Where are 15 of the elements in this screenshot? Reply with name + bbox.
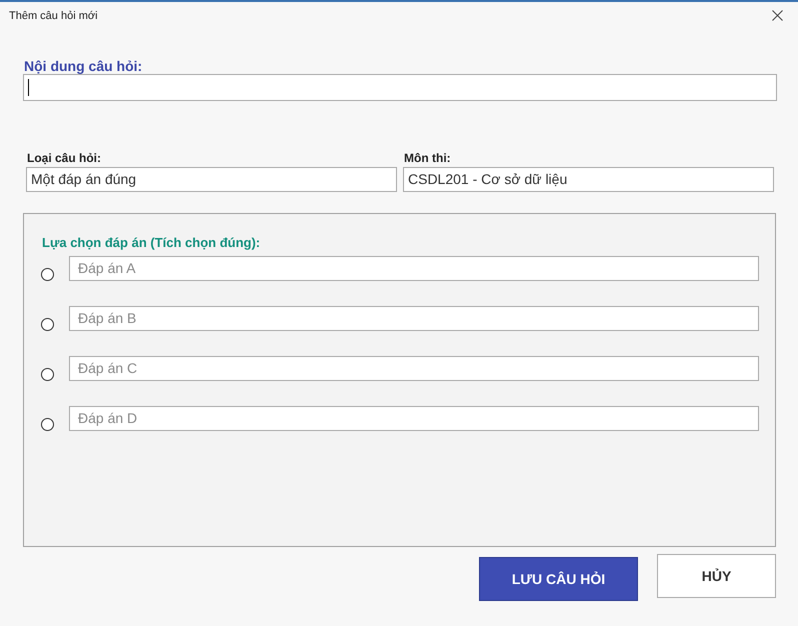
question-field[interactable]	[23, 74, 777, 101]
window-title: Thêm câu hỏi mới	[9, 9, 98, 23]
group-title: Lựa chọn đáp án (Tích chọn đúng):	[41, 234, 262, 252]
subject-label: Môn thi:	[403, 150, 452, 166]
question-type-label: Loại câu hỏi:	[26, 150, 102, 166]
radio-button[interactable]	[41, 368, 54, 381]
cancel-button[interactable]: HỦY	[657, 554, 776, 598]
radio-button[interactable]	[41, 318, 54, 331]
close-icon[interactable]	[772, 10, 783, 20]
subject-field[interactable]: CSDL201 - Cơ sở dữ liệu	[403, 167, 774, 192]
radio-button[interactable]	[41, 418, 54, 431]
question-label: Nội dung câu hỏi:	[23, 58, 144, 74]
save-button[interactable]: LƯU CÂU HỎI	[479, 557, 638, 601]
question-type-field[interactable]: Một đáp án đúng	[26, 167, 397, 192]
radio-button[interactable]	[41, 268, 54, 281]
